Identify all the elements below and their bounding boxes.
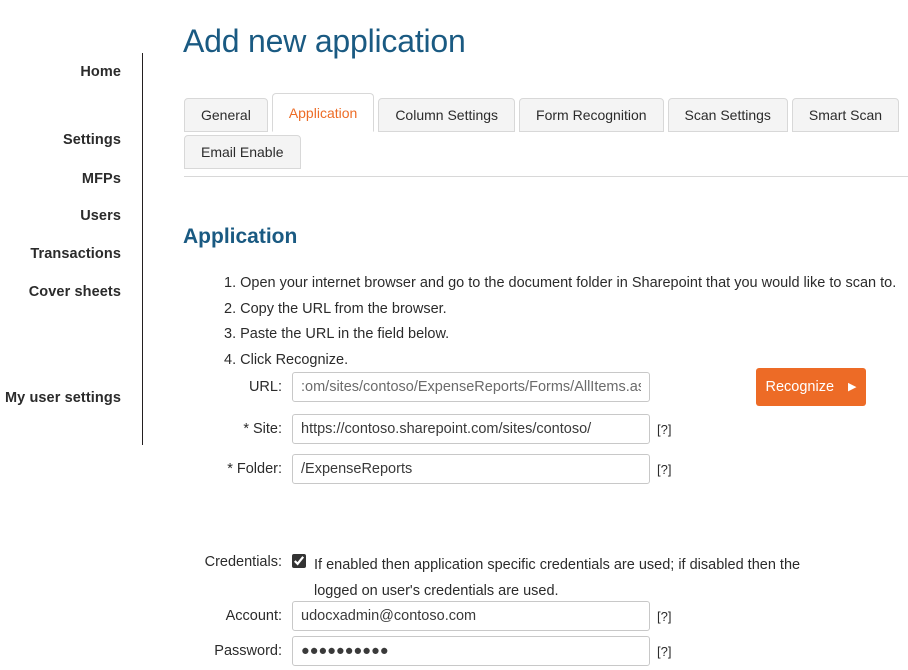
- tab-application[interactable]: Application: [271, 93, 375, 132]
- site-label: * Site:: [243, 421, 282, 437]
- account-input[interactable]: [292, 601, 650, 631]
- account-form-row: Account: [?]: [184, 601, 671, 631]
- arrow-right-icon: ▶: [848, 380, 857, 393]
- section-title: Application: [183, 225, 298, 249]
- site-input[interactable]: [292, 414, 650, 444]
- password-form-row: Password: [?]: [184, 636, 671, 666]
- credentials-checkbox[interactable]: [292, 554, 306, 568]
- page-title: Add new application: [183, 23, 466, 60]
- help-icon[interactable]: [?]: [657, 462, 671, 477]
- help-icon[interactable]: [?]: [657, 644, 671, 659]
- recognize-button[interactable]: Recognize ▶: [756, 368, 866, 406]
- url-input[interactable]: [292, 372, 650, 402]
- tab-column-settings[interactable]: Column Settings: [378, 98, 516, 132]
- tab-underline: [184, 176, 908, 177]
- sidebar-item-home[interactable]: Home: [80, 64, 121, 80]
- password-label: Password:: [214, 643, 282, 659]
- tab-form-recognition[interactable]: Form Recognition: [519, 98, 664, 132]
- tab-bar: General Application Column Settings Form…: [184, 93, 908, 169]
- application-page: Home Settings MFPs Users Transactions Co…: [0, 0, 908, 670]
- help-icon[interactable]: [?]: [657, 609, 671, 624]
- instruction-list: 1. Open your internet browser and go to …: [184, 271, 908, 373]
- site-form-row: * Site: [?]: [184, 414, 671, 444]
- url-label: URL:: [248, 379, 282, 395]
- account-label: Account:: [225, 608, 282, 624]
- sidebar-navigation: Home Settings MFPs Users Transactions Co…: [0, 0, 143, 670]
- sidebar-item-my-user-settings[interactable]: My user settings: [5, 390, 121, 406]
- recognize-button-label: Recognize: [765, 379, 835, 395]
- instruction-step: 1. Open your internet browser and go to …: [224, 275, 897, 291]
- sidebar-item-mfps[interactable]: MFPs: [82, 171, 121, 187]
- folder-input[interactable]: [292, 454, 650, 484]
- tab-row-secondary: Email Enable: [184, 135, 908, 169]
- sidebar-divider: [142, 53, 143, 445]
- credentials-row: Credentials: If enabled then application…: [184, 552, 908, 604]
- password-input[interactable]: [292, 636, 650, 666]
- help-icon[interactable]: [?]: [657, 422, 671, 437]
- tab-email-enable[interactable]: Email Enable: [184, 135, 301, 169]
- tab-smart-scan[interactable]: Smart Scan: [791, 98, 900, 132]
- sidebar-item-settings[interactable]: Settings: [63, 132, 121, 148]
- url-form-row: URL:: [184, 372, 650, 402]
- credentials-label: Credentials:: [204, 554, 282, 570]
- sidebar-item-transactions[interactable]: Transactions: [30, 246, 121, 262]
- folder-label: * Folder:: [227, 461, 282, 477]
- tab-row-primary: General Application Column Settings Form…: [184, 93, 908, 132]
- sidebar-item-users[interactable]: Users: [80, 208, 121, 224]
- instruction-step: 2. Copy the URL from the browser.: [224, 300, 447, 317]
- tab-scan-settings[interactable]: Scan Settings: [667, 98, 788, 132]
- folder-form-row: * Folder: [?]: [184, 454, 671, 484]
- tab-general[interactable]: General: [184, 98, 268, 132]
- credentials-description: If enabled then application specific cre…: [314, 557, 801, 599]
- instruction-step: 3. Paste the URL in the field below.: [224, 326, 450, 342]
- sidebar-item-cover-sheets[interactable]: Cover sheets: [29, 284, 121, 300]
